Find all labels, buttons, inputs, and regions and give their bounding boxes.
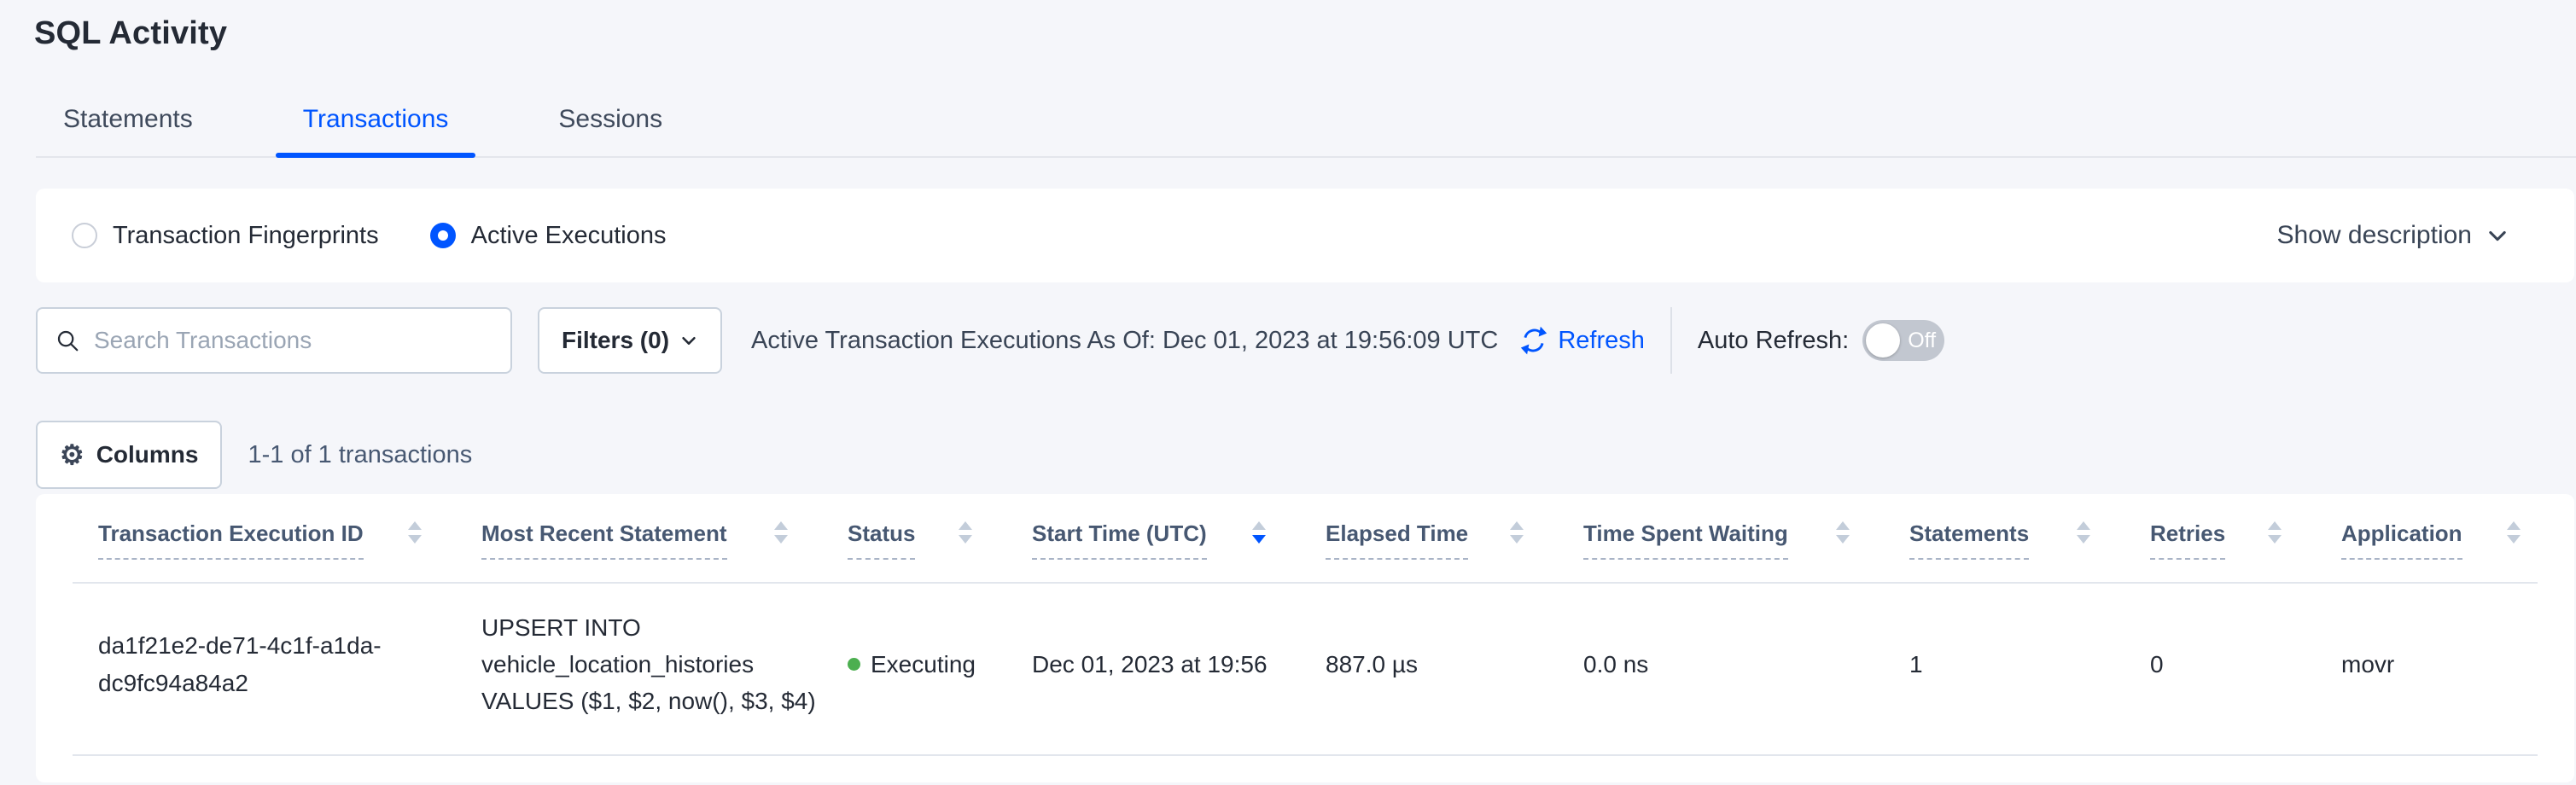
cell-statements: 1 <box>1909 646 2150 683</box>
column-header-transaction-execution-id[interactable]: Transaction Execution ID <box>73 520 481 582</box>
radio-selected-icon <box>430 223 456 248</box>
tab-statements[interactable]: Statements <box>36 105 220 156</box>
refresh-label: Refresh <box>1558 327 1645 355</box>
columns-label: Columns <box>96 441 199 468</box>
sort-icon <box>2077 521 2090 544</box>
results-count: 1-1 of 1 transactions <box>248 441 472 469</box>
cell-start-time: Dec 01, 2023 at 19:56 <box>1032 646 1326 683</box>
refresh-icon <box>1518 325 1549 356</box>
refresh-button[interactable]: Refresh <box>1518 325 1645 356</box>
search-icon <box>55 328 80 353</box>
column-header-elapsed-time[interactable]: Elapsed Time <box>1326 520 1583 582</box>
cell-retries: 0 <box>2150 646 2341 683</box>
sort-icon <box>2268 521 2282 544</box>
toolbar: Filters (0) Active Transaction Execution… <box>36 306 2574 375</box>
transactions-table: Transaction Execution ID Most Recent Sta… <box>36 494 2574 782</box>
auto-refresh-label: Auto Refresh: <box>1698 327 1849 355</box>
chevron-down-icon <box>2486 224 2509 247</box>
filters-button[interactable]: Filters (0) <box>538 307 722 374</box>
radio-label: Active Executions <box>471 222 667 250</box>
sort-icon <box>1836 521 1850 544</box>
cell-transaction-execution-id[interactable]: da1f21e2-de71-4c1f-a1da-dc9fc94a84a2 <box>73 627 457 701</box>
columns-button[interactable]: ⚙ Columns <box>36 421 222 489</box>
chevron-down-icon <box>679 331 698 350</box>
cell-time-spent-waiting: 0.0 ns <box>1583 646 1909 683</box>
tab-sessions[interactable]: Sessions <box>531 105 690 156</box>
sort-icon-active-desc <box>1252 521 1266 544</box>
radio-label: Transaction Fingerprints <box>113 222 379 250</box>
radio-unselected-icon <box>72 223 97 248</box>
sort-icon <box>959 521 972 544</box>
auto-refresh-toggle[interactable]: Off <box>1862 320 1944 361</box>
status-dot-icon <box>848 658 860 671</box>
column-header-status[interactable]: Status <box>848 520 1032 582</box>
toggle-state-label: Off <box>1908 329 1936 353</box>
filters-label: Filters (0) <box>562 327 669 354</box>
table-header-row: Transaction Execution ID Most Recent Sta… <box>73 494 2538 584</box>
column-header-retries[interactable]: Retries <box>2150 520 2341 582</box>
tab-transactions[interactable]: Transactions <box>276 105 476 156</box>
table-controls: ⚙ Columns 1-1 of 1 transactions <box>36 421 2576 489</box>
sort-icon <box>2507 521 2521 544</box>
cell-elapsed-time: 887.0 µs <box>1326 646 1583 683</box>
column-header-application[interactable]: Application <box>2341 520 2538 582</box>
sort-icon <box>1510 521 1524 544</box>
column-header-time-spent-waiting[interactable]: Time Spent Waiting <box>1583 520 1909 582</box>
column-header-start-time[interactable]: Start Time (UTC) <box>1032 520 1326 582</box>
sort-icon <box>774 521 788 544</box>
toolbar-divider <box>1670 307 1672 374</box>
search-input[interactable] <box>36 307 512 374</box>
radio-active-executions[interactable]: Active Executions <box>430 222 667 250</box>
status-label: Executing <box>871 646 976 683</box>
show-description-toggle[interactable]: Show description <box>2277 221 2509 250</box>
toggle-knob-icon <box>1866 323 1900 358</box>
sort-icon <box>408 521 422 544</box>
gear-icon: ⚙ <box>60 441 85 468</box>
search-box <box>36 307 512 374</box>
cell-most-recent-statement: UPSERT INTO vehicle_location_histories V… <box>481 609 848 720</box>
as-of-timestamp: Active Transaction Executions As Of: Dec… <box>751 327 1498 355</box>
table-row: da1f21e2-de71-4c1f-a1da-dc9fc94a84a2 UPS… <box>73 584 2538 756</box>
show-description-label: Show description <box>2277 221 2472 250</box>
cell-application: movr <box>2341 646 2538 683</box>
column-header-statements[interactable]: Statements <box>1909 520 2150 582</box>
view-mode-radio-group: Transaction Fingerprints Active Executio… <box>72 222 667 250</box>
radio-transaction-fingerprints[interactable]: Transaction Fingerprints <box>72 222 379 250</box>
tab-bar: Statements Transactions Sessions <box>36 105 2576 158</box>
view-options-card: Transaction Fingerprints Active Executio… <box>36 189 2574 282</box>
cell-status: Executing <box>848 646 1032 683</box>
page-title: SQL Activity <box>34 15 2576 52</box>
column-header-most-recent-statement[interactable]: Most Recent Statement <box>481 520 848 582</box>
